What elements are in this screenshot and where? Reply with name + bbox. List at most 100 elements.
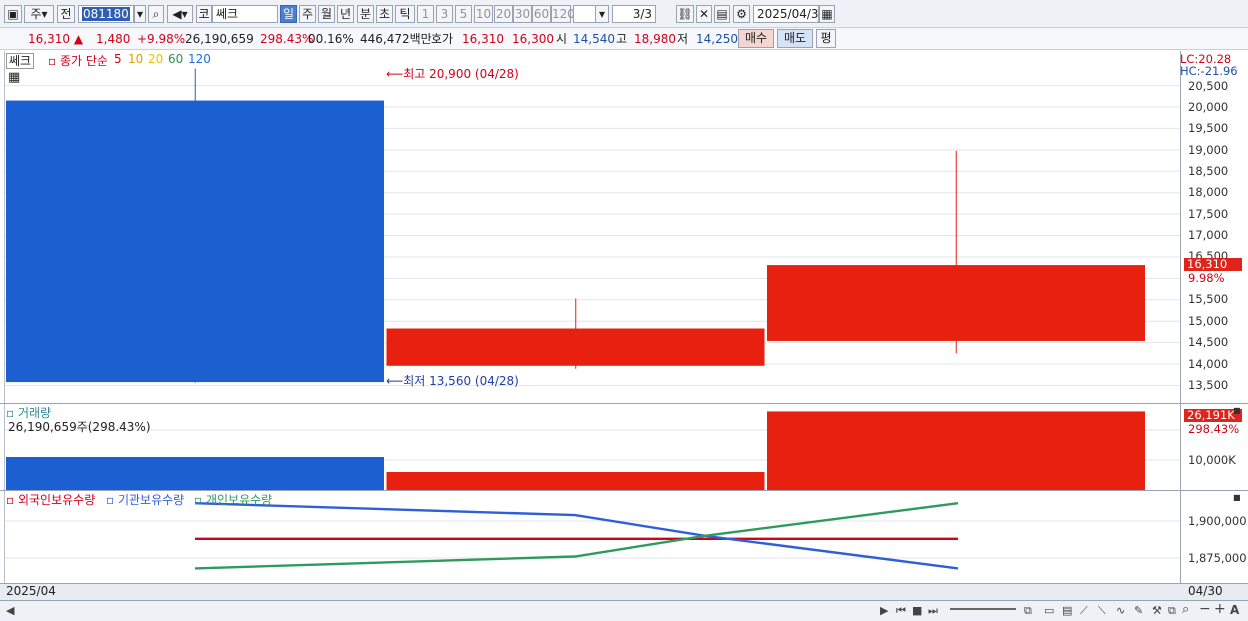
stop-icon[interactable]: ■ <box>912 604 922 617</box>
bottom-right-date: 04/30 <box>1188 584 1223 598</box>
copy-icon[interactable]: ⧉ <box>1024 604 1032 618</box>
buy-button[interactable]: 매수 <box>738 29 774 48</box>
ma-period-20: 20 <box>148 52 164 66</box>
search-icon[interactable]: ⌕ <box>148 5 164 23</box>
collapse-icon[interactable]: ■ <box>1233 406 1241 415</box>
interval-120[interactable]: 120 <box>551 5 575 23</box>
price-tick: 15,000 <box>1188 314 1229 328</box>
volume-value-label: 26,190,659주(298.43%) <box>8 420 151 434</box>
date-axis <box>0 583 1248 600</box>
price-panel-tag: 쎄크 <box>6 52 35 69</box>
draw-icon[interactable]: ✎ <box>1134 604 1143 617</box>
low-label: 저 <box>677 32 689 46</box>
hc-label: HC:-21.96 <box>1180 64 1238 78</box>
period-second[interactable]: 초 <box>376 5 393 23</box>
gear-icon[interactable]: ⚙ <box>733 5 750 23</box>
current-rate-tag: 9.98% <box>1188 271 1225 285</box>
font-size-icon[interactable]: A <box>1230 603 1239 617</box>
sell-button[interactable]: 매도 <box>777 29 813 48</box>
zoom-icon[interactable]: ⌕ <box>1182 602 1189 617</box>
individual-holding-line <box>194 502 959 570</box>
last-icon[interactable]: ⏭ <box>928 604 938 618</box>
ask-price: 16,310 <box>462 32 504 46</box>
scroll-left-icon[interactable]: ◀ <box>6 604 14 617</box>
interval-30[interactable]: 30 <box>513 5 532 23</box>
date-input[interactable]: 2025/04/30 <box>753 5 826 23</box>
window-icon[interactable]: ▣ <box>4 5 22 23</box>
volume-bar <box>767 411 1145 490</box>
bid-price: 16,300 <box>512 32 554 46</box>
link-icon[interactable]: ⛓ <box>676 5 694 23</box>
calendar-icon[interactable]: ▦ <box>819 5 835 23</box>
interval-1[interactable]: 1 <box>417 5 434 23</box>
price-tick: 18,000 <box>1188 185 1229 199</box>
grid-icon[interactable]: ▦ <box>8 70 20 85</box>
layers-icon[interactable]: ⧉ <box>1168 604 1176 618</box>
tool-icon[interactable]: ⚒ <box>1152 604 1162 617</box>
volume-rate-tag: 298.43% <box>1188 422 1240 436</box>
price-tick: 19,500 <box>1188 121 1229 135</box>
holding-tick: 1,900,000 <box>1188 514 1247 528</box>
price-tick: 14,000 <box>1188 357 1229 371</box>
change-rate: +9.98% <box>137 32 186 46</box>
ma-period-120: 120 <box>188 52 211 66</box>
zoom-in-icon[interactable]: + <box>1214 601 1226 617</box>
period-week[interactable]: 주 <box>299 5 316 23</box>
grid-lines-icon[interactable]: ▤ <box>1062 604 1072 617</box>
legend-individual: ▫ 개인보유수량 <box>194 493 273 507</box>
main-toolbar: ▣ 주▾ 전 081180 ▾ ⌕ ◀▾ 코 쎄크 일 주 월 년 분 초 틱 … <box>0 0 1248 28</box>
high-label: 고 <box>616 32 628 46</box>
crosshair-icon[interactable]: ✕ <box>696 5 712 23</box>
volume-chart[interactable] <box>5 404 1181 490</box>
page-indicator: 3/3 <box>612 5 656 23</box>
code-dropdown-icon[interactable]: ▾ <box>134 5 146 23</box>
scroll-bar[interactable] <box>0 600 1248 621</box>
candle-body <box>767 265 1145 341</box>
interval-dropdown-icon[interactable]: ▾ <box>595 5 609 23</box>
save-icon[interactable]: ▤ <box>714 5 730 23</box>
zoom-out-icon[interactable]: − <box>1199 601 1211 617</box>
price-tick: 18,500 <box>1188 164 1229 178</box>
ruler-icon[interactable]: ⟍ <box>1098 604 1106 618</box>
interval-10[interactable]: 10 <box>474 5 493 23</box>
scroll-right-icon[interactable]: ▶ <box>880 604 888 617</box>
volume-bar <box>6 457 384 490</box>
turnover-rate: 00.16% <box>308 32 354 46</box>
zoom-slider[interactable] <box>950 608 1016 610</box>
price-panel <box>4 51 1181 403</box>
prev-button[interactable]: 전 <box>57 5 75 23</box>
price-chart[interactable] <box>5 51 1181 403</box>
price-tick: 20,500 <box>1188 79 1229 93</box>
stock-code-input[interactable]: 081180 <box>78 5 134 23</box>
interval-5[interactable]: 5 <box>455 5 472 23</box>
first-icon[interactable]: ⏮ <box>896 604 906 618</box>
candle-body <box>386 328 765 366</box>
interval-3[interactable]: 3 <box>436 5 453 23</box>
collapse-icon[interactable]: ■ <box>1233 493 1241 502</box>
period-minute[interactable]: 분 <box>357 5 374 23</box>
trade-amount: 446,472백만 <box>360 32 432 46</box>
period-month[interactable]: 월 <box>318 5 335 23</box>
speaker-icon[interactable]: ◀▾ <box>167 5 193 23</box>
volume-value: 26,190,659 <box>185 32 254 46</box>
price-tick: 20,000 <box>1188 100 1229 114</box>
interval-60[interactable]: 60 <box>532 5 551 23</box>
price-tick: 17,500 <box>1188 207 1229 221</box>
interval-20[interactable]: 20 <box>494 5 513 23</box>
holding-tick: 1,875,000 <box>1188 551 1247 565</box>
volume-bar <box>386 472 765 490</box>
stock-name-field[interactable]: 쎄크 <box>212 5 278 23</box>
open-label: 시 <box>556 32 568 46</box>
trend-icon[interactable]: ⟋ <box>1080 604 1088 618</box>
price-tick: 13,500 <box>1188 378 1229 392</box>
period-tick[interactable]: 틱 <box>395 5 415 23</box>
window-split-icon[interactable]: ▭ <box>1044 604 1054 617</box>
price-change: 1,480 <box>96 32 131 46</box>
wave-icon[interactable]: ∿ <box>1116 604 1125 617</box>
market-code-label: 코 <box>196 5 212 23</box>
market-select[interactable]: 주▾ <box>24 5 54 23</box>
period-day[interactable]: 일 <box>280 5 297 23</box>
period-year[interactable]: 년 <box>337 5 354 23</box>
avg-button[interactable]: 평 <box>816 29 836 48</box>
price-tick: 17,000 <box>1188 228 1229 242</box>
